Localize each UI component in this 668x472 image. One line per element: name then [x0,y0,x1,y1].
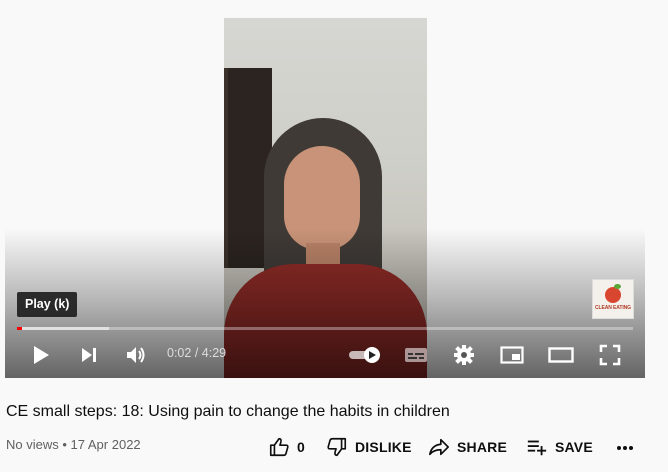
share-label: SHARE [457,439,508,455]
progress-bar[interactable] [17,327,633,330]
save-button[interactable]: SAVE [526,436,593,458]
like-count: 0 [297,439,305,455]
time-separator: / [191,346,202,360]
subtitles-icon [405,348,427,362]
fullscreen-icon [599,344,621,366]
time-display: 0:02 / 4:29 [167,346,226,360]
like-button[interactable]: 0 [268,436,305,458]
subtitles-button[interactable] [403,341,429,369]
play-tooltip: Play (k) [17,292,78,317]
video-title: CE small steps: 18: Using pain to change… [6,403,450,420]
meta-separator: • [58,437,71,452]
dislike-label: DISLIKE [355,439,412,455]
theater-mode-icon [548,347,574,363]
miniplayer-button[interactable] [499,341,525,369]
next-button[interactable] [77,341,101,369]
mute-button[interactable] [123,341,149,369]
watermark-text: CLEAN EATING [595,305,631,311]
share-icon [429,438,449,456]
upload-date: 17 Apr 2022 [70,437,141,452]
playlist-add-icon [527,440,547,456]
view-count: No views [6,437,59,452]
play-icon [34,346,49,364]
video-player[interactable]: CLEAN EATING Play (k) 0:02 / 4:29 [5,0,645,378]
thumbs-down-icon [327,437,347,457]
fullscreen-button[interactable] [597,341,623,369]
settings-icon [454,345,474,365]
time-total: 4:29 [201,346,227,360]
more-horizontal-icon [617,446,633,450]
more-actions-button[interactable] [614,437,636,459]
play-button[interactable] [29,341,53,369]
autoplay-toggle-icon [349,347,380,363]
theater-mode-button[interactable] [547,341,575,369]
video-meta: No views • 17 Apr 2022 [6,437,141,452]
time-current: 0:02 [167,346,192,360]
autoplay-toggle[interactable] [347,341,383,369]
miniplayer-icon [500,346,524,364]
progress-played [17,327,22,330]
next-icon [82,348,96,362]
tomato-icon [605,284,621,303]
thumbs-up-icon [269,437,289,457]
progress-loaded [17,327,110,330]
channel-watermark[interactable]: CLEAN EATING [592,279,634,319]
settings-button[interactable] [451,341,477,369]
dislike-button[interactable]: DISLIKE [326,436,412,458]
volume-icon [127,347,145,363]
share-button[interactable]: SHARE [428,436,507,458]
save-label: SAVE [555,439,593,455]
